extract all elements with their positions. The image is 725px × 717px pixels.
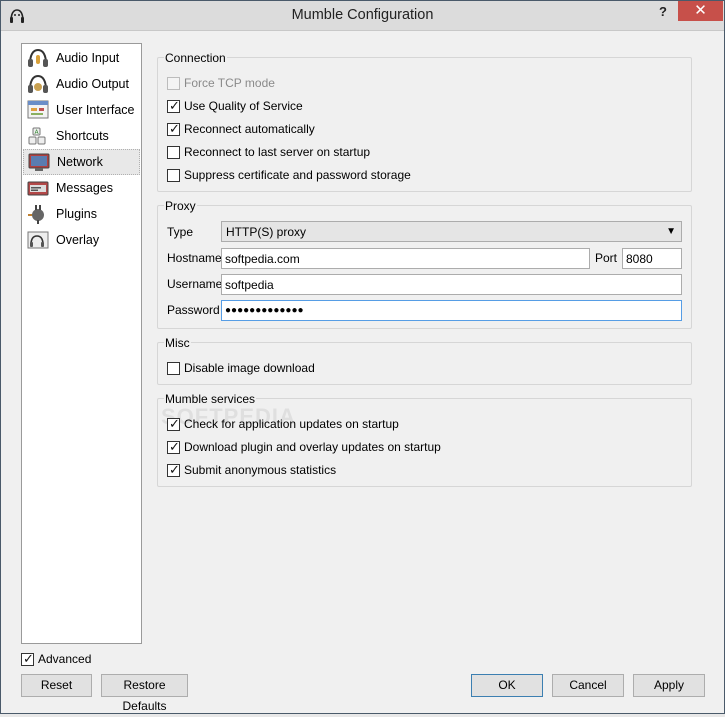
restore-defaults-button[interactable]: Restore Defaults <box>101 674 188 713</box>
hostname-input[interactable]: softpedia.com <box>221 248 590 269</box>
sidebar-item-audio-input[interactable]: Audio Input <box>23 45 140 71</box>
sidebar-item-label: Audio Input <box>56 51 120 65</box>
checkbox-box[interactable]: ✓ <box>167 415 180 431</box>
connection-group-title: Connection <box>164 51 227 65</box>
password-label: Password <box>167 303 220 317</box>
sidebar-item-label: User Interface <box>56 103 135 117</box>
sidebar-item-label: Overlay <box>56 233 100 247</box>
submit-anonymous-statistics-checkbox[interactable]: ✓ Submit anonymous statistics <box>167 462 336 478</box>
checkbox-box[interactable] <box>167 168 180 182</box>
checkbox-box[interactable]: ✓ <box>21 650 34 666</box>
checkbox-box[interactable] <box>167 361 180 375</box>
misc-group-title: Misc <box>164 336 191 350</box>
window-title: Mumble Configuration <box>291 7 434 23</box>
sidebar-item-label: Messages <box>56 181 113 195</box>
disable-image-download-checkbox[interactable]: Disable image download <box>167 360 315 376</box>
audio-output-icon <box>28 74 48 93</box>
checkbox-label: Force TCP mode <box>184 76 275 90</box>
checkmark-icon: ✓ <box>169 97 180 113</box>
port-input[interactable]: 8080 <box>622 248 682 269</box>
port-label: Port <box>595 251 618 265</box>
shortcuts-icon: A <box>28 127 46 145</box>
password-input[interactable]: ●●●●●●●●●●●●● <box>221 300 682 321</box>
network-icon <box>28 153 50 171</box>
ok-button[interactable]: OK <box>471 674 543 697</box>
cancel-button[interactable]: Cancel <box>552 674 624 697</box>
proxy-type-value: HTTP(S) proxy <box>226 225 307 239</box>
checkbox-label: Submit anonymous statistics <box>184 463 337 477</box>
checkmark-icon: ✓ <box>169 438 180 454</box>
help-button[interactable]: ? <box>653 2 673 22</box>
dropdown-arrow-icon: ▼ <box>666 226 676 237</box>
sidebar-item-label: Plugins <box>56 207 97 221</box>
sidebar-item-label: Network <box>57 155 103 169</box>
sidebar-item-audio-output[interactable]: Audio Output <box>23 71 140 97</box>
use-qos-checkbox[interactable]: ✓ Use Quality of Service <box>167 98 303 114</box>
checkbox-box[interactable]: ✓ <box>167 97 180 113</box>
sidebar-item-network[interactable]: Network <box>23 149 140 175</box>
checkmark-icon: ✓ <box>169 461 180 477</box>
reset-button[interactable]: Reset <box>21 674 92 697</box>
checkbox-label: Download plugin and overlay updates on s… <box>184 440 441 454</box>
checkbox-label: Disable image download <box>184 361 315 375</box>
checkbox-box[interactable] <box>167 76 180 90</box>
sidebar-item-messages[interactable]: Messages <box>23 175 140 201</box>
sidebar-item-overlay[interactable]: Overlay <box>23 227 140 253</box>
suppress-certificate-checkbox[interactable]: Suppress certificate and password storag… <box>167 167 411 183</box>
check-app-updates-checkbox[interactable]: ✓ Check for application updates on start… <box>167 416 399 432</box>
title-bar[interactable]: Mumble Configuration ? ✕ <box>1 1 724 31</box>
checkbox-label: Reconnect automatically <box>184 122 315 136</box>
checkbox-label: Check for application updates on startup <box>184 417 399 431</box>
sidebar-item-label: Audio Output <box>56 77 129 91</box>
username-label: Username <box>167 277 223 291</box>
checkbox-label: Reconnect to last server on startup <box>184 145 371 159</box>
force-tcp-checkbox[interactable]: Force TCP mode <box>167 75 275 91</box>
messages-icon <box>27 181 49 196</box>
sidebar-item-label: Shortcuts <box>56 129 109 143</box>
plugins-icon <box>28 205 44 224</box>
hostname-label: Hostname <box>167 251 222 265</box>
checkbox-box[interactable]: ✓ <box>167 120 180 136</box>
checkmark-icon: ✓ <box>23 650 34 666</box>
reconnect-last-server-checkbox[interactable]: Reconnect to last server on startup <box>167 144 370 160</box>
checkbox-label: Advanced <box>38 652 92 666</box>
mumble-config-window: Mumble Configuration ? ✕ Audio Input Aud… <box>0 0 725 714</box>
checkbox-box[interactable] <box>167 145 180 159</box>
username-input[interactable]: softpedia <box>221 274 682 295</box>
audio-input-icon <box>28 48 48 67</box>
advanced-checkbox[interactable]: ✓ Advanced <box>21 651 91 667</box>
proxy-group-title: Proxy <box>164 199 197 213</box>
checkbox-box[interactable]: ✓ <box>167 461 180 477</box>
sidebar-item-shortcuts[interactable]: A Shortcuts <box>23 123 140 149</box>
checkbox-box[interactable]: ✓ <box>167 438 180 454</box>
checkmark-icon: ✓ <box>169 120 180 136</box>
settings-sidebar: Audio Input Audio Output User Interface <box>21 43 142 644</box>
apply-button[interactable]: Apply <box>633 674 705 697</box>
download-plugin-updates-checkbox[interactable]: ✓ Download plugin and overlay updates on… <box>167 439 441 455</box>
proxy-type-select[interactable]: HTTP(S) proxy ▼ <box>221 221 682 242</box>
reconnect-automatically-checkbox[interactable]: ✓ Reconnect automatically <box>167 121 315 137</box>
checkbox-label: Use Quality of Service <box>184 99 303 113</box>
checkbox-label: Suppress certificate and password storag… <box>184 168 411 182</box>
sidebar-item-user-interface[interactable]: User Interface <box>23 97 140 123</box>
overlay-icon <box>27 231 49 249</box>
checkmark-icon: ✓ <box>169 415 180 431</box>
proxy-type-label: Type <box>167 225 194 239</box>
sidebar-item-plugins[interactable]: Plugins <box>23 201 140 227</box>
close-button[interactable]: ✕ <box>678 1 723 21</box>
user-interface-icon <box>27 100 49 119</box>
